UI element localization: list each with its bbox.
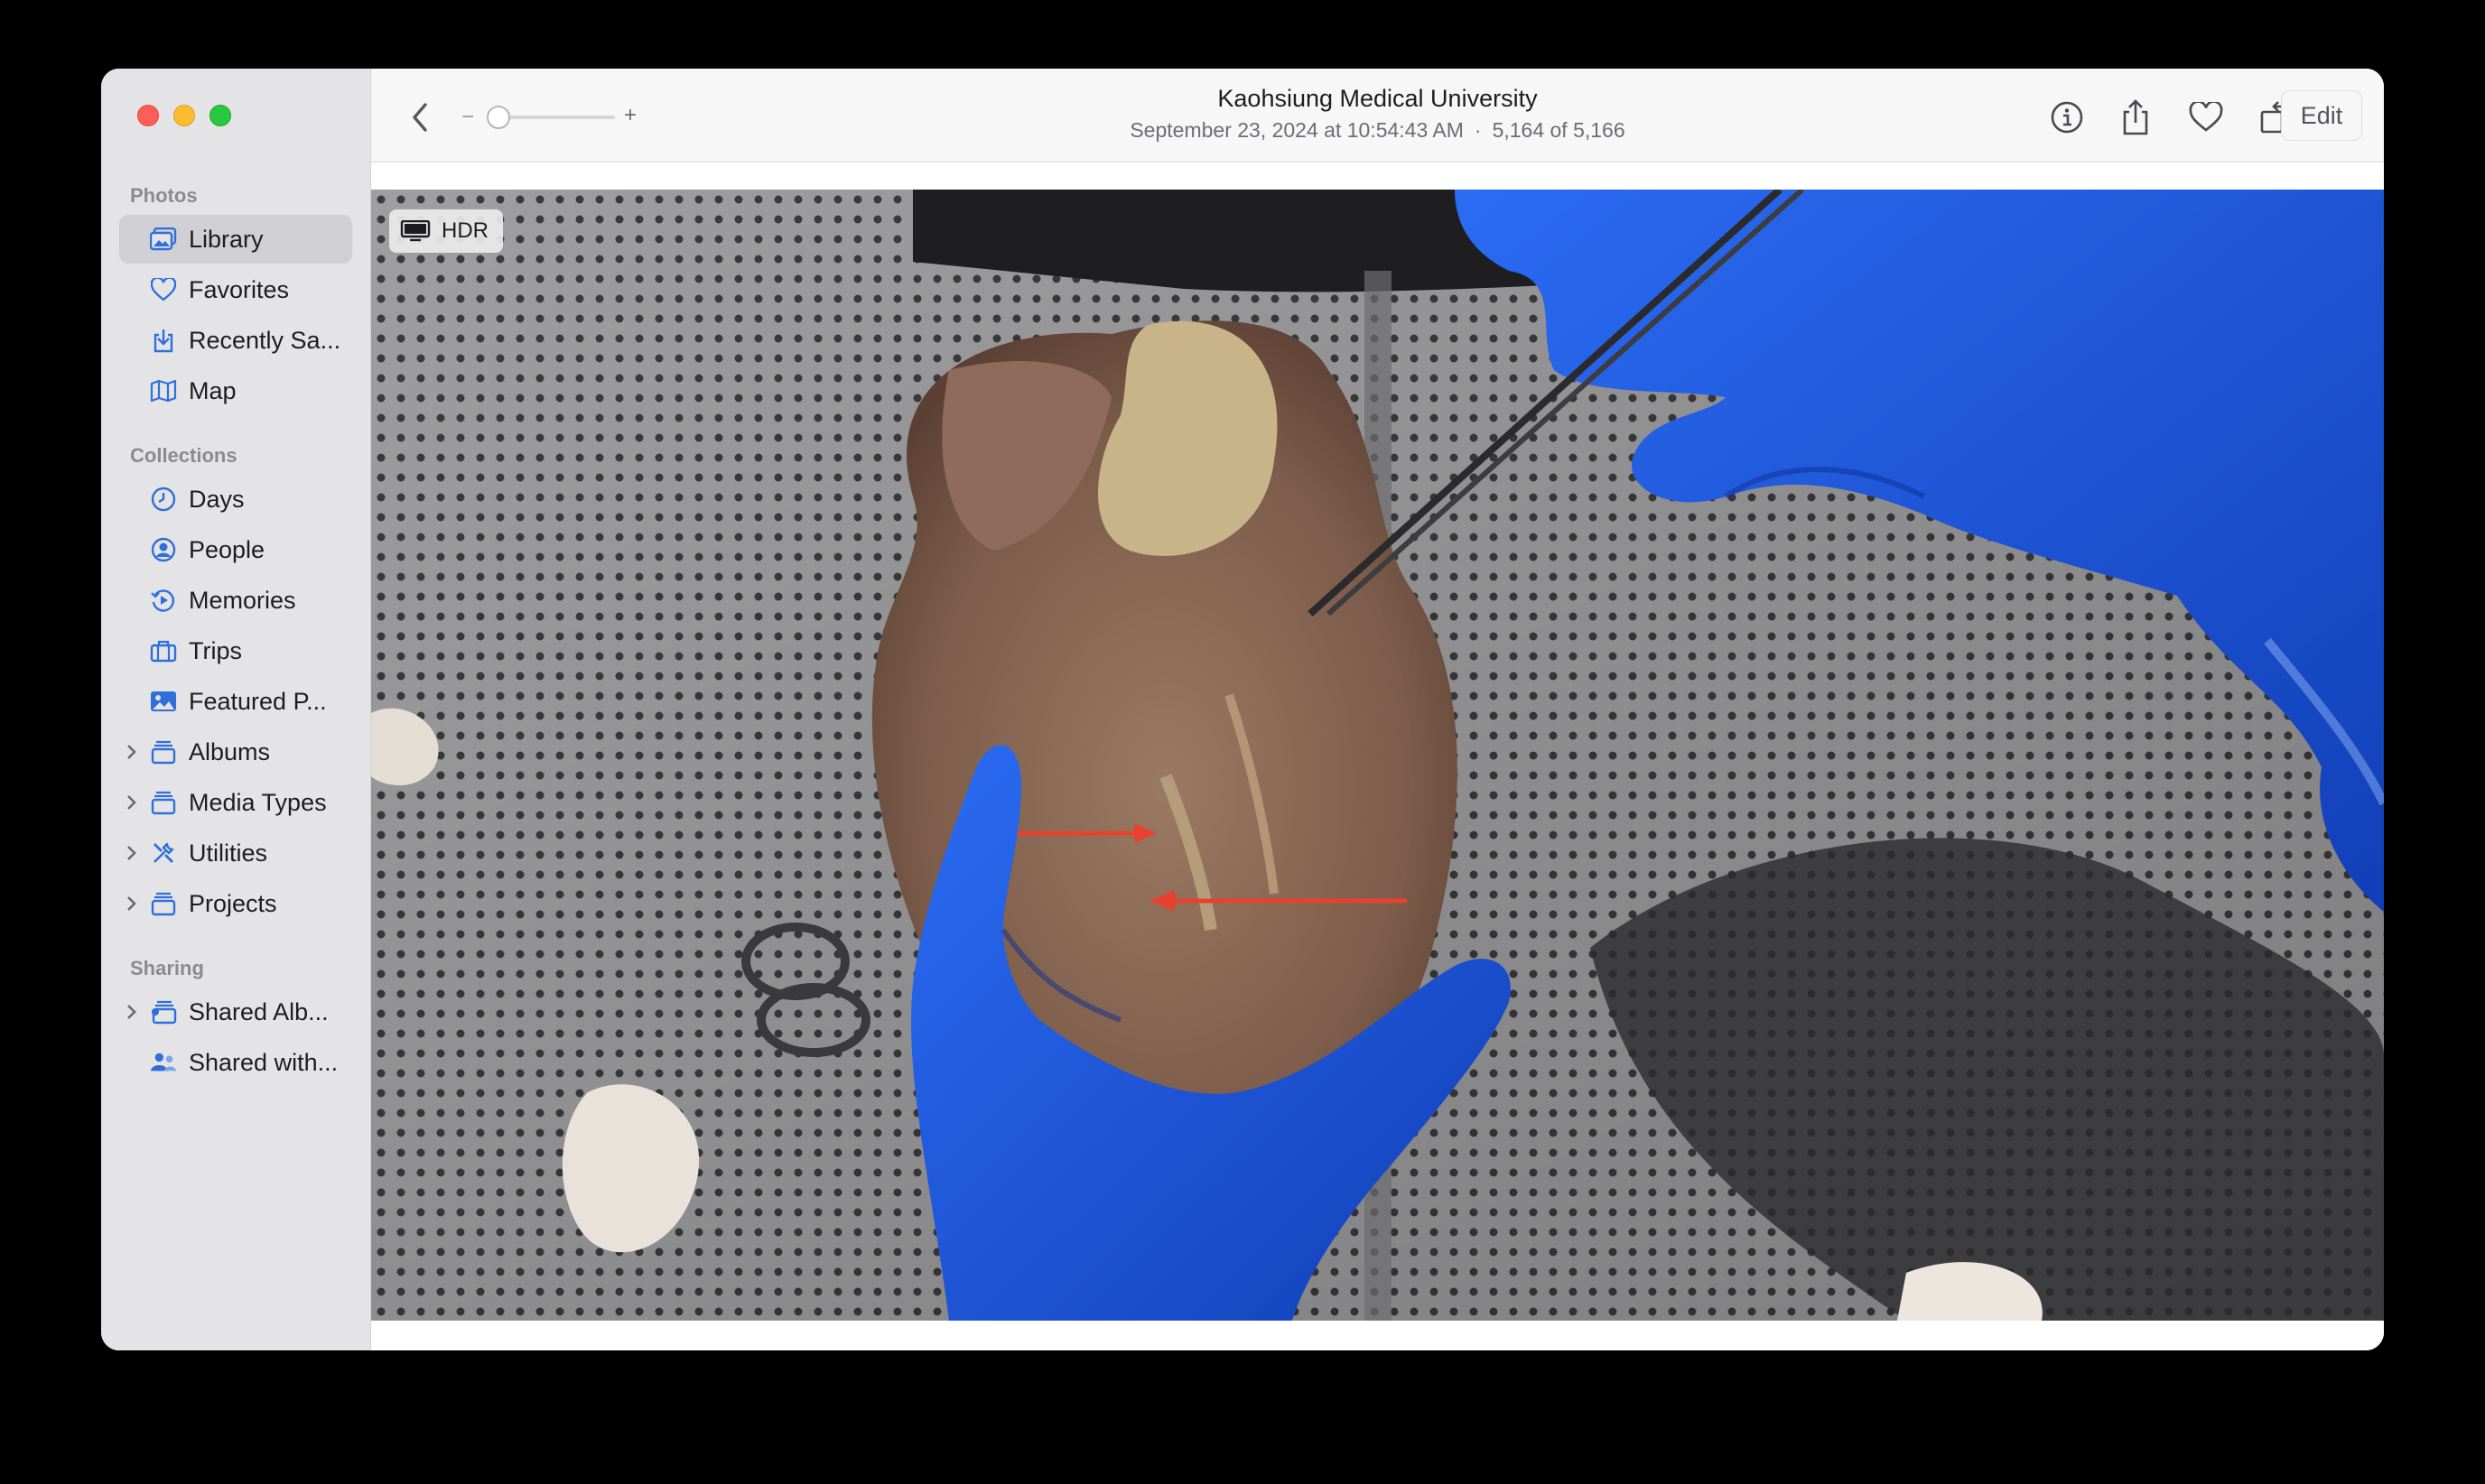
sidebar: Photos Library Favorites Recently Sa... … [101,69,371,1350]
main-content: − + Kaohsiung Medical University Septemb… [371,69,2384,1350]
photo-date: September 23, 2024 at 10:54:43 AM [1130,118,1464,142]
sidebar-item-people[interactable]: People [119,525,352,574]
sidebar-item-label: Memories [189,586,296,614]
sidebar-item-label: Media Types [189,788,327,816]
sidebar-item-projects[interactable]: Projects [119,879,352,928]
photo-image[interactable]: HDR [371,190,2384,1321]
info-button[interactable] [2047,97,2087,137]
chevron-right-icon[interactable] [123,792,141,813]
close-window-button[interactable] [137,105,159,126]
chevron-right-icon[interactable] [123,842,141,864]
sidebar-item-shared-with-you[interactable]: Shared with... [119,1038,352,1087]
sidebar-item-library[interactable]: Library [119,215,352,264]
zoom-slider[interactable]: − + [461,103,637,132]
section-title-photos: Photos [130,184,198,207]
tools-icon [150,840,177,866]
sidebar-item-label: Library [189,225,264,253]
sidebar-item-albums[interactable]: Albums [119,728,352,776]
recently-saved-icon [150,328,177,353]
sidebar-item-label: Favorites [189,275,290,303]
section-title-collections: Collections [130,444,237,467]
minimize-window-button[interactable] [173,105,195,126]
back-button[interactable] [405,99,434,135]
sidebar-item-label: People [189,535,265,563]
hdr-badge[interactable]: HDR [389,209,503,253]
share-button[interactable] [2116,97,2155,137]
sidebar-item-shared-albums[interactable]: Shared Alb... [119,988,352,1036]
sidebar-item-label: Recently Sa... [189,326,341,354]
album-icon [150,891,177,916]
album-icon [150,739,177,765]
shared-album-icon [150,999,177,1025]
photo-position: 5,164 of 5,166 [1492,118,1625,142]
sidebar-item-label: Utilities [189,839,268,867]
sidebar-item-media-types[interactable]: Media Types [119,778,352,827]
heart-icon [2189,102,2223,132]
window-controls [137,105,231,126]
sidebar-item-label: Albums [189,737,271,765]
sidebar-item-trips[interactable]: Trips [119,626,352,675]
sidebar-item-utilities[interactable]: Utilities [119,829,352,877]
album-icon [150,790,177,815]
chevron-left-icon [413,103,427,132]
sidebar-item-label: Shared with... [189,1048,339,1076]
sidebar-item-favorites[interactable]: Favorites [119,265,352,314]
shared-people-icon [150,1050,177,1075]
sidebar-item-map[interactable]: Map [119,366,352,415]
clock-icon [150,487,177,512]
heart-icon [150,277,177,302]
section-title-sharing: Sharing [130,957,204,979]
display-icon [400,220,431,242]
sidebar-item-label: Featured P... [189,687,327,715]
memories-icon [150,588,177,613]
maximize-window-button[interactable] [209,105,231,126]
photo-viewer[interactable]: HDR [371,162,2384,1350]
zoom-in-label[interactable]: + [624,103,637,128]
library-icon [150,227,177,252]
separator: · [1474,118,1482,142]
sidebar-item-days[interactable]: Days [119,475,352,524]
sidebar-item-recently-saved[interactable]: Recently Sa... [119,316,352,365]
chevron-right-icon[interactable] [123,741,141,763]
chevron-right-icon[interactable] [123,1001,141,1023]
photos-window: Photos Library Favorites Recently Sa... … [101,69,2384,1350]
sidebar-item-label: Shared Alb... [189,997,329,1025]
sidebar-item-label: Days [189,485,245,513]
hdr-label: HDR [442,218,489,243]
info-icon [2051,101,2083,134]
edit-button[interactable]: Edit [2281,90,2362,141]
sidebar-item-label: Map [189,376,237,404]
person-icon [150,537,177,562]
sidebar-item-featured-photos[interactable]: Featured P... [119,677,352,726]
zoom-knob[interactable] [487,106,510,129]
sidebar-item-label: Projects [189,889,277,917]
photo-illustration [371,190,2384,1321]
zoom-out-label[interactable]: − [461,105,474,130]
photo-icon [150,689,177,714]
toolbar: − + Kaohsiung Medical University Septemb… [371,69,2384,162]
favorite-button[interactable] [2186,97,2226,137]
share-icon [2123,99,2148,135]
chevron-right-icon[interactable] [123,893,141,914]
map-icon [150,378,177,403]
suitcase-icon [150,638,177,663]
sidebar-item-memories[interactable]: Memories [119,576,352,625]
sidebar-item-label: Trips [189,636,242,664]
